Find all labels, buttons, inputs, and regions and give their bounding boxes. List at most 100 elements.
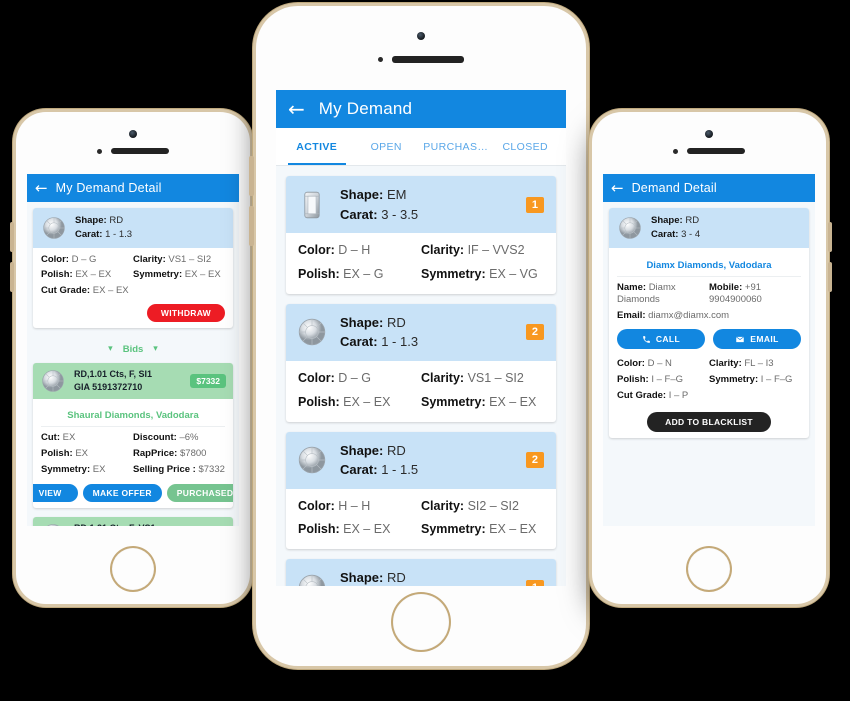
- proximity-sensor-icon: [97, 148, 102, 154]
- email-button[interactable]: EMAIL: [713, 329, 801, 350]
- demand-card-header: Shape: EM Carat: 3 - 3.5 1: [286, 176, 556, 233]
- carat-label: Carat:: [340, 334, 378, 350]
- round-diamond-icon: [46, 523, 60, 526]
- speaker-grille-icon: [687, 148, 745, 154]
- home-button[interactable]: [393, 594, 449, 650]
- tab-closed[interactable]: CLOSED: [491, 128, 561, 165]
- field-color: Color: H – H: [298, 498, 371, 513]
- field-clarity: Clarity: VS1 – SI2: [133, 253, 212, 265]
- withdraw-button[interactable]: WITHDRAW: [146, 303, 225, 322]
- supplier-name[interactable]: Diamx Diamonds, Vadodara: [617, 254, 801, 277]
- supplier-name[interactable]: Shaural Diamonds, Vadodara: [41, 405, 225, 428]
- phone-icon: [642, 335, 650, 343]
- tab-open[interactable]: OPEN: [352, 128, 422, 165]
- chevron-down-icon-right: ▾: [153, 344, 158, 355]
- demand-card-header: Shape: RD Carat: 3 - 4: [609, 208, 809, 248]
- list-item[interactable]: Shape: RD Carat: 1 - 1.5 2 Color: H – H …: [286, 431, 556, 550]
- bid-card-header: RD,1.21 Cts, F, VS1 GIA 2297777140 $7800: [33, 516, 233, 527]
- right-scroll-area[interactable]: Shape: RD Carat: 3 - 4 Diamx Diamonds, V…: [603, 202, 815, 526]
- demand-field-grid: Color: D – H Clarity: IF – VVS2 Polish: …: [298, 242, 544, 283]
- demand-card-header: Shape: RD Carat: 1 - 1.3 2: [286, 303, 556, 361]
- shape-value: RD: [685, 215, 700, 226]
- list-item[interactable]: Shape: EM Carat: 3 - 3.5 1 Color: D – H …: [286, 176, 556, 294]
- tab-purchased[interactable]: PURCHAS…: [421, 128, 491, 165]
- center-appbar: ← My Demand: [276, 90, 566, 128]
- carat-value: 1 - 1.5: [381, 462, 419, 477]
- view-button[interactable]: VIEW: [33, 483, 78, 502]
- left-screen: ← My Demand Detail Shape: RD Carat: 1 - …: [27, 174, 239, 526]
- status-badge: 1: [525, 579, 544, 586]
- demand-detail-card[interactable]: Shape: RD Carat: 3 - 4 Diamx Diamonds, V…: [609, 208, 809, 438]
- demand-field-grid: Color: D – G Clarity: VS1 – SI2 Polish: …: [41, 254, 225, 298]
- call-button[interactable]: CALL: [617, 329, 705, 350]
- home-button[interactable]: [112, 548, 154, 590]
- field-mobile: Mobile: +91 9904900060: [709, 281, 762, 306]
- envelope-icon: [736, 336, 745, 342]
- chevron-down-icon-left: ▾: [108, 344, 113, 355]
- demand-card-header: Shape: RD Carat: 1.06 - 1.06 1: [286, 559, 556, 586]
- shape-label: Shape:: [340, 442, 384, 458]
- back-arrow-icon[interactable]: ←: [35, 180, 48, 196]
- round-diamond-icon: [298, 319, 326, 346]
- back-arrow-icon[interactable]: ←: [288, 99, 305, 119]
- email-label: EMAIL: [750, 334, 779, 345]
- status-badge: 2: [525, 324, 544, 341]
- make-offer-button[interactable]: MAKE OFFER: [82, 483, 162, 502]
- demand-field-grid: Color: H – H Clarity: SI2 – SI2 Polish: …: [298, 498, 544, 539]
- demand-list[interactable]: Shape: EM Carat: 3 - 3.5 1 Color: D – H …: [276, 166, 566, 586]
- field-cut: Cut: EX: [41, 432, 76, 444]
- field-clarity: Clarity: FL – I3: [709, 358, 774, 370]
- shape-label: Shape:: [75, 215, 107, 226]
- bid-spec-line: RD,1.01 Cts, F, SI1: [74, 368, 153, 379]
- tab-active[interactable]: ACTIVE: [282, 128, 352, 165]
- demand-head-lines: Shape: RD Carat: 1 - 1.5: [340, 441, 418, 480]
- field-symmetry: Symmetry: I – F–G: [709, 373, 793, 385]
- carat-value: 1 - 1.3: [381, 334, 419, 350]
- field-selling-price: Selling Price : $7332: [133, 463, 225, 475]
- phone-center: ← My Demand ACTIVE OPEN PURCHAS… CLOSED: [249, 6, 586, 666]
- shape-value: EM: [386, 187, 407, 202]
- shape-value: RD: [386, 314, 406, 330]
- right-screen: ← Demand Detail Shape: RD Carat: 3 - 4 D…: [603, 174, 815, 526]
- field-color: Color: D – H: [298, 243, 371, 257]
- purchased-button[interactable]: PURCHASED: [166, 483, 233, 502]
- bid-spec-line: RD,1.21 Cts, F, VS1: [74, 522, 156, 527]
- left-scroll-area[interactable]: Shape: RD Carat: 1 - 1.3 Color: D – G Cl…: [27, 202, 239, 526]
- add-to-blacklist-button[interactable]: ADD TO BLACKLIST: [647, 411, 771, 432]
- left-appbar: ← My Demand Detail: [27, 174, 239, 202]
- bid-price-badge: $7332: [190, 374, 226, 389]
- list-item[interactable]: Shape: RD Carat: 1 - 1.3 2 Color: D – G …: [286, 303, 556, 422]
- demand-head-lines: Shape: EM Carat: 3 - 3.5: [340, 185, 418, 224]
- bids-divider[interactable]: ▾ Bids ▾: [33, 338, 233, 363]
- field-polish: Polish: EX – EX: [298, 522, 391, 537]
- demand-head-lines: Shape: RD Carat: 1 - 1.3: [340, 313, 418, 352]
- bids-label: Bids: [122, 343, 144, 355]
- withdraw-row: WITHDRAW: [41, 303, 225, 322]
- phone-right: ← Demand Detail Shape: RD Carat: 3 - 4 D…: [592, 112, 832, 604]
- demand-field-grid: Color: D – G Clarity: VS1 – SI2 Polish: …: [298, 370, 544, 411]
- field-clarity: Clarity: VS1 – SI2: [421, 370, 524, 385]
- field-symmetry: Symmetry: EX: [41, 463, 106, 475]
- shape-label: Shape:: [651, 215, 683, 226]
- demand-summary-card[interactable]: Shape: RD Carat: 1 - 1.3 Color: D – G Cl…: [33, 208, 233, 328]
- field-symmetry: Symmetry: EX – EX: [133, 269, 221, 281]
- field-rapprice: RapPrice: $7800: [133, 447, 207, 459]
- home-button[interactable]: [688, 548, 730, 590]
- back-arrow-icon[interactable]: ←: [611, 180, 624, 196]
- field-discount: Discount: –6%: [133, 432, 199, 444]
- proximity-sensor-icon: [673, 148, 678, 154]
- field-color: Color: D – G: [41, 253, 97, 265]
- bid-card-header: RD,1.01 Cts, F, SI1 GIA 5191372710 $7332: [33, 362, 233, 400]
- status-badge: 2: [525, 452, 544, 468]
- bid-card[interactable]: RD,1.21 Cts, F, VS1 GIA 2297777140 $7800: [33, 516, 233, 527]
- bid-card[interactable]: RD,1.01 Cts, F, SI1 GIA 5191372710 $7332…: [33, 362, 233, 508]
- bid-card-body: Shaural Diamonds, Vadodara Cut: EX Disco…: [33, 399, 233, 507]
- field-email: Email: diamx@diamx.com: [617, 310, 730, 322]
- demand-head-lines: Shape: RD Carat: 1 - 1.3: [75, 214, 132, 242]
- shape-label: Shape:: [340, 314, 384, 330]
- field-color: Color: D – N: [617, 358, 672, 370]
- front-camera-icon: [129, 130, 137, 138]
- bid-field-grid: Cut: EX Discount: –6% Polish: EX RapPric…: [41, 427, 225, 476]
- list-item[interactable]: Shape: RD Carat: 1.06 - 1.06 1: [286, 559, 556, 586]
- field-polish: Polish: EX – EX: [41, 269, 112, 281]
